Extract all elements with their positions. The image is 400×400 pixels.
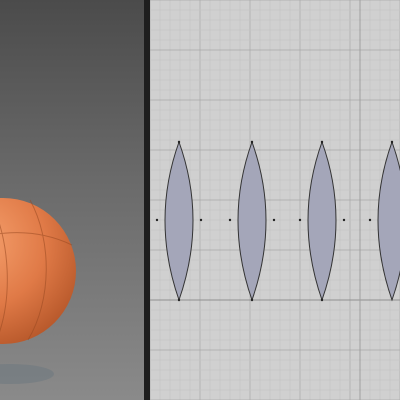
sphere-mesh[interactable] bbox=[0, 198, 76, 344]
uv-shell-2[interactable] bbox=[228, 140, 276, 302]
viewport-scene bbox=[0, 198, 76, 384]
3d-viewport[interactable] bbox=[0, 0, 144, 400]
uv-editor-canvas[interactable] bbox=[150, 0, 400, 400]
uv-shell-1[interactable] bbox=[155, 140, 203, 302]
uv-shell-4[interactable] bbox=[368, 140, 400, 302]
uv-shell-3[interactable] bbox=[298, 140, 346, 302]
sphere-shadow bbox=[0, 364, 54, 384]
uv-canvas bbox=[150, 0, 400, 400]
